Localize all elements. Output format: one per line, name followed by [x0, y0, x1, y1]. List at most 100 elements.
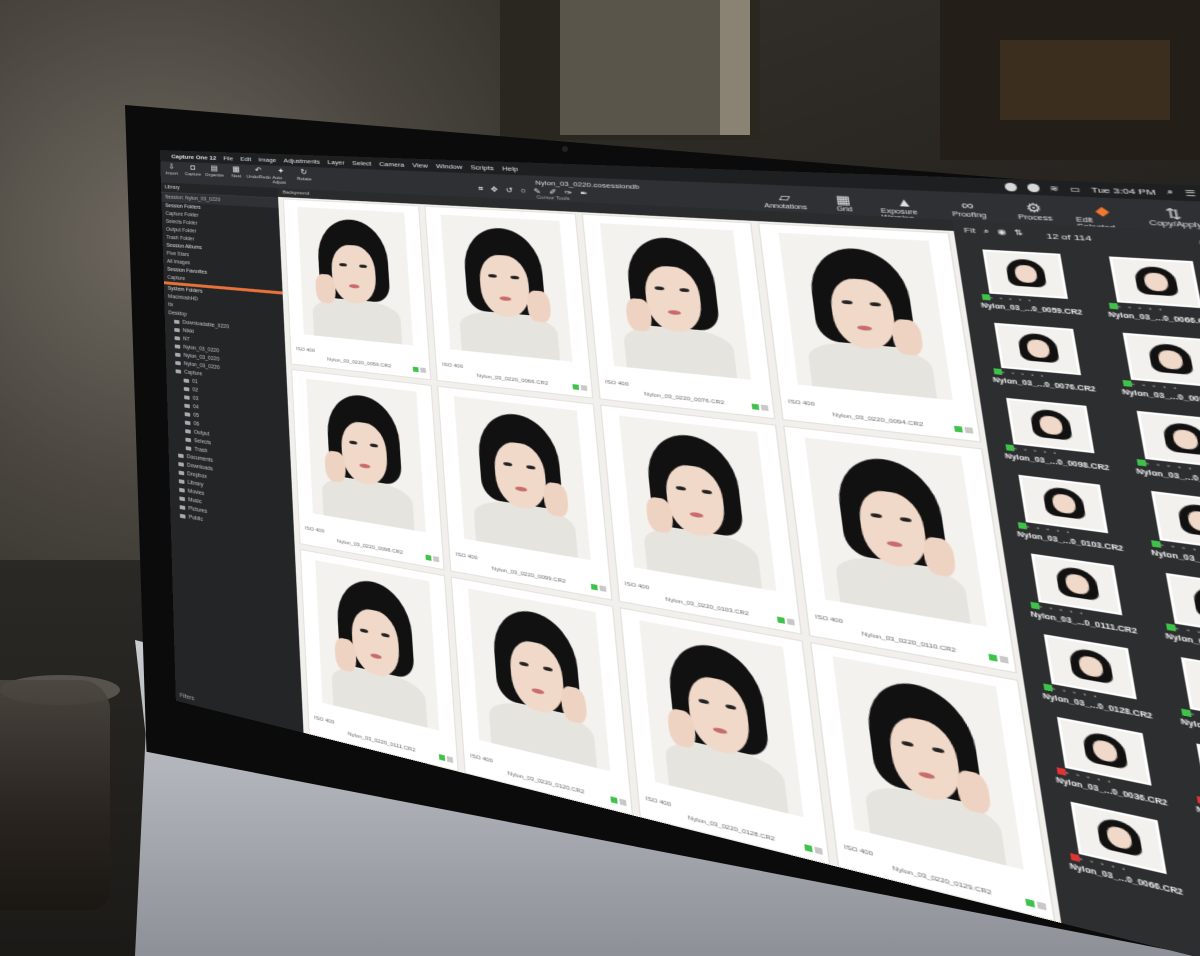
- thumbnail[interactable]: • • • • • Nylon_03_...0_0099.CR2: [1119, 409, 1200, 497]
- rotate-tool-icon[interactable]: ↺: [505, 186, 513, 195]
- color-tag[interactable]: [425, 554, 432, 561]
- photo-cell[interactable]: ISO 400 Nylon_03_0220_0099.CR2: [437, 385, 613, 601]
- menu-list-icon[interactable]: ☰: [1184, 188, 1196, 197]
- photo-cell[interactable]: ISO 400 Nylon_03_0220_0094.CR2: [757, 222, 982, 443]
- thumbnail[interactable]: • • • • •Nylon_03_...0_0069.CR2: [1193, 828, 1200, 944]
- organize-icon: ▤: [210, 164, 219, 173]
- color-tag[interactable]: [590, 583, 598, 591]
- menu-item[interactable]: Window: [436, 162, 463, 170]
- folder-icon: [178, 470, 185, 476]
- portrait-image: [314, 559, 440, 732]
- photo-cell[interactable]: ISO 400 Nylon_03_0220_0066.CR2: [424, 205, 594, 399]
- thumbnail-image: [1108, 256, 1200, 309]
- fit-label[interactable]: Fit: [963, 226, 976, 236]
- color-tag[interactable]: [954, 425, 963, 433]
- thumbnail-name: Nylon_03_...0_0066.CR2: [1107, 311, 1200, 327]
- sweater: [622, 323, 738, 379]
- thumbnail[interactable]: • • • • • Nylon_03_...0_0098.CR2: [990, 396, 1118, 480]
- iso-label: ISO 400: [296, 346, 315, 354]
- crop-tool-icon[interactable]: ⌗: [478, 185, 483, 194]
- file-name: Nylon_03_0220_0059.CR2: [326, 357, 392, 370]
- color-tag[interactable]: [610, 796, 618, 804]
- undo-redo-button[interactable]: ↶ Undo/Redo: [246, 166, 271, 184]
- thumbnail-image: [1136, 410, 1200, 469]
- background-label[interactable]: Background: [283, 190, 310, 196]
- search-icon[interactable]: ⌕: [1166, 187, 1174, 197]
- loupe-tool-icon[interactable]: ○: [520, 186, 526, 195]
- library-item-label: 06: [193, 421, 200, 428]
- color-tag[interactable]: [412, 366, 419, 373]
- menu-item[interactable]: Layer: [327, 158, 344, 165]
- thumbnail[interactable]: • • • • • Nylon_03_...0_0094.CR2: [1105, 331, 1200, 415]
- folder-icon: [184, 395, 190, 400]
- organize-button[interactable]: ▤ Organize: [205, 164, 224, 182]
- folder-icon: [178, 479, 185, 484]
- menu-item[interactable]: Image: [258, 156, 276, 163]
- status-icon[interactable]: [1003, 182, 1017, 192]
- eye-icon[interactable]: ◉: [996, 227, 1007, 237]
- clock[interactable]: Tue 3:04 PM: [1090, 185, 1156, 196]
- photo-cell[interactable]: ISO 400 Nylon_03_0220_0110.CR2: [783, 425, 1018, 674]
- menu-item[interactable]: View: [412, 161, 428, 169]
- menu-item[interactable]: Adjustments: [283, 157, 320, 165]
- dropbox-icon[interactable]: [1026, 182, 1040, 192]
- thumbnail[interactable]: • • • • • Nylon_03_...0_0103.CR2: [1002, 473, 1132, 562]
- folder-icon: [184, 403, 190, 409]
- rotate-button[interactable]: ↻ Rotate: [295, 168, 314, 187]
- folder-icon: [185, 446, 192, 451]
- color-tag[interactable]: [438, 754, 446, 762]
- photo-cell[interactable]: ISO 400 Nylon_03_0220_0076.CR2: [581, 213, 776, 420]
- menu-item[interactable]: Edit: [240, 155, 251, 162]
- color-tag[interactable]: [777, 616, 786, 624]
- folder-icon: [175, 352, 181, 358]
- annotate-tool-icon[interactable]: ✒: [580, 189, 589, 198]
- filters-toggle[interactable]: Filters: [180, 693, 195, 702]
- photo-cell[interactable]: ISO 400 Nylon_03_0220_0098.CR2: [291, 369, 445, 571]
- zoom-icon[interactable]: ⌕: [983, 227, 990, 237]
- thumbnail[interactable]: • • • • • Nylon_03_...0_0111.CR2: [1014, 551, 1146, 645]
- photo-cell[interactable]: ISO 400 Nylon_03_0220_0103.CR2: [600, 404, 802, 635]
- color-tag[interactable]: [804, 844, 813, 853]
- color-tag[interactable]: [988, 653, 998, 662]
- menu-item[interactable]: Select: [352, 159, 372, 167]
- color-tag[interactable]: [572, 384, 580, 391]
- eye: [679, 287, 690, 293]
- battery-icon[interactable]: ▭: [1069, 184, 1081, 193]
- color-tag[interactable]: [751, 403, 760, 410]
- thumbnail[interactable]: • • • • • Nylon_03_...0_0059.CR2: [967, 249, 1091, 325]
- pan-tool-icon[interactable]: ✥: [490, 185, 498, 194]
- filmstrip-tools: Fit ⌕ ◉ ⇅: [963, 226, 1024, 239]
- camera-icon: ◘: [190, 163, 196, 172]
- thumbnail[interactable]: • • • • • Nylon_03_...0_0066.CR2: [1092, 255, 1200, 334]
- portrait-image: [453, 395, 592, 561]
- import-button[interactable]: ⇩ Import: [163, 163, 180, 181]
- wifi-icon[interactable]: ≋: [1049, 184, 1060, 193]
- portrait-image: [297, 206, 414, 346]
- menu-item[interactable]: Help: [502, 164, 518, 172]
- color-tag[interactable]: [1025, 898, 1036, 908]
- app-name[interactable]: Capture One 12: [171, 153, 216, 161]
- thumbnail[interactable]: • • • • • Nylon_03_...0_0076.CR2: [978, 322, 1104, 402]
- hand: [315, 273, 336, 304]
- menu-item[interactable]: File: [223, 155, 233, 162]
- nest-icon: ▦: [232, 165, 240, 174]
- thumbnail[interactable]: • • • • •Nylon_03_...0_0110.CR2: [1133, 489, 1200, 582]
- iso-label: ISO 400: [442, 362, 464, 370]
- capture-button[interactable]: ◘ Capture: [184, 164, 201, 182]
- photo-cell[interactable]: ISO 400 Nylon_03_0220_0059.CR2: [283, 198, 432, 381]
- thumbnail[interactable]: • • • • •Nylon_03_...0_0120.CR2: [1148, 570, 1200, 669]
- copy-apply-label: Copy/Apply: [1149, 220, 1200, 230]
- menu-item[interactable]: Camera: [379, 160, 405, 168]
- portrait-image: [618, 415, 777, 592]
- eye: [487, 273, 497, 278]
- grid-icon: ▦: [834, 192, 852, 207]
- menu-item[interactable]: Scripts: [470, 163, 494, 171]
- auto-adjust-button[interactable]: ✦ Auto Adjust: [272, 167, 291, 186]
- import-label: Import: [165, 171, 179, 177]
- portrait-image: [831, 655, 1025, 871]
- nest-button[interactable]: ▦ Nest: [227, 165, 245, 183]
- sort-icon[interactable]: ⇅: [1014, 228, 1025, 238]
- glasses-icon: ∞: [960, 197, 975, 213]
- auto-adjust-icon: ✦: [277, 167, 285, 176]
- window-light: [560, 0, 720, 135]
